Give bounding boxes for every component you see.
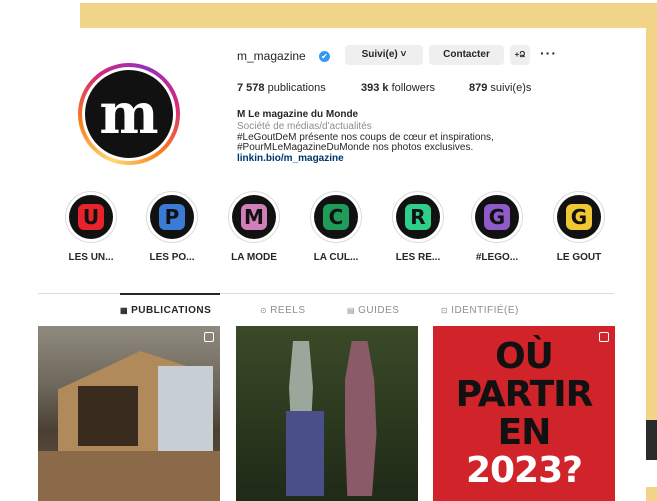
multiple-posts-icon [204,332,214,342]
grid-icon: ▦ [120,306,129,315]
highlight-ring: P [146,191,198,243]
highlight-label: LA MODE [231,252,277,263]
avatar-border: m [82,67,176,161]
headline-line: EN [497,412,552,453]
highlight-ring: C [310,191,362,243]
posts-count: 7 578 publications [237,82,326,94]
highlight-label: #LEGO... [475,252,519,263]
cabin-interior [78,386,138,446]
more-options-icon[interactable]: ··· [540,45,557,61]
posts-count-label: publications [267,82,326,94]
headline-line: OÙ [495,336,554,377]
profile-avatar[interactable]: m [78,63,180,165]
highlight-cover: P [150,195,194,239]
highlight-ring: M [228,191,280,243]
multiple-posts-icon [599,332,609,342]
reels-icon: ⊙ [260,306,268,315]
following-count-value: 879 [469,82,488,94]
highlight-glyph: G [566,204,592,230]
following-count-label: suivi(e)s [490,82,532,94]
contact-button[interactable]: Contacter [429,45,504,65]
tab-label: GUIDES [358,305,400,316]
bio-link[interactable]: linkin.bio/m_magazine [237,153,344,164]
highlight-glyph: R [405,204,431,230]
headline-line: PARTIR [455,374,594,415]
tab-publications[interactable]: ▦ PUBLICATIONS [120,305,211,316]
highlight-glyph: P [159,204,185,230]
highlight-cover: C [314,195,358,239]
model-figure [345,341,377,496]
post-thumbnail-fashion[interactable] [236,326,418,501]
model-jeans [286,411,324,496]
highlight-label: LE GOUT [556,252,602,263]
tab-reels[interactable]: ⊙ REELS [260,305,306,316]
highlight-label: LA CUL... [313,252,359,263]
highlight-ring: U [65,191,117,243]
bio-category: Société de médias/d'actualités [237,121,372,132]
highlight-label: LES RE... [395,252,441,263]
highlight-cover: R [396,195,440,239]
verified-icon: ✔ [319,51,330,62]
tab-label: REELS [270,305,306,316]
highlight-cover: M [232,195,276,239]
avatar-logo: m [85,70,173,158]
headline-line: 2023? [465,450,583,491]
story-highlight[interactable]: U LES UN... [55,191,127,263]
followers-count-label: followers [391,82,435,94]
suggest-users-icon[interactable]: +Ձ [510,45,530,65]
tab-label: IDENTIFIÉ(E) [451,305,519,316]
highlight-cover: U [69,195,113,239]
highlight-cover: G [557,195,601,239]
tab-guides[interactable]: ▤ GUIDES [347,305,399,316]
post-thumbnail-cabin[interactable] [38,326,220,501]
story-highlight[interactable]: P LES PO... [136,191,208,263]
bio-text-line: #PourMLeMagazineDuMonde nos photos exclu… [237,142,474,153]
profile-screen: m m_magazine ✔ Suivi(e) ˅ Contacter +Ձ ·… [0,28,646,501]
cabin-deck [38,451,220,501]
following-button[interactable]: Suivi(e) ˅ [345,45,423,65]
highlight-label: LES PO... [149,252,195,263]
active-tab-indicator [120,293,220,295]
bio-name: M Le magazine du Monde [237,109,359,120]
highlight-glyph: M [241,204,267,230]
username: m_magazine [237,49,306,63]
followers-count[interactable]: 393 k followers [361,82,435,94]
highlight-glyph: U [78,204,104,230]
highlight-label: LES UN... [68,252,114,263]
story-highlight[interactable]: G #LEGO... [461,191,533,263]
posts-count-value: 7 578 [237,82,265,94]
decorative-edge-strip [645,420,657,460]
post-headline: OÙ PARTIR EN 2023? [433,338,615,490]
cabin-window [158,366,213,451]
highlight-ring: G [553,191,605,243]
highlight-glyph: G [484,204,510,230]
story-highlight[interactable]: R LES RE... [382,191,454,263]
tab-tagged[interactable]: ⊡ IDENTIFIÉ(E) [441,305,519,316]
highlight-glyph: C [323,204,349,230]
following-count[interactable]: 879 suivi(e)s [469,82,531,94]
tagged-icon: ⊡ [441,306,449,315]
highlight-ring: R [392,191,444,243]
highlight-cover: G [475,195,519,239]
post-thumbnail-travel[interactable]: OÙ PARTIR EN 2023? [433,326,615,501]
followers-count-value: 393 k [361,82,389,94]
guides-icon: ▤ [347,306,356,315]
story-highlight[interactable]: C LA CUL... [300,191,372,263]
highlight-ring: G [471,191,523,243]
story-highlight[interactable]: G LE GOUT [543,191,615,263]
decorative-frame-right [645,3,657,423]
story-highlight[interactable]: M LA MODE [218,191,290,263]
tab-label: PUBLICATIONS [131,305,212,316]
